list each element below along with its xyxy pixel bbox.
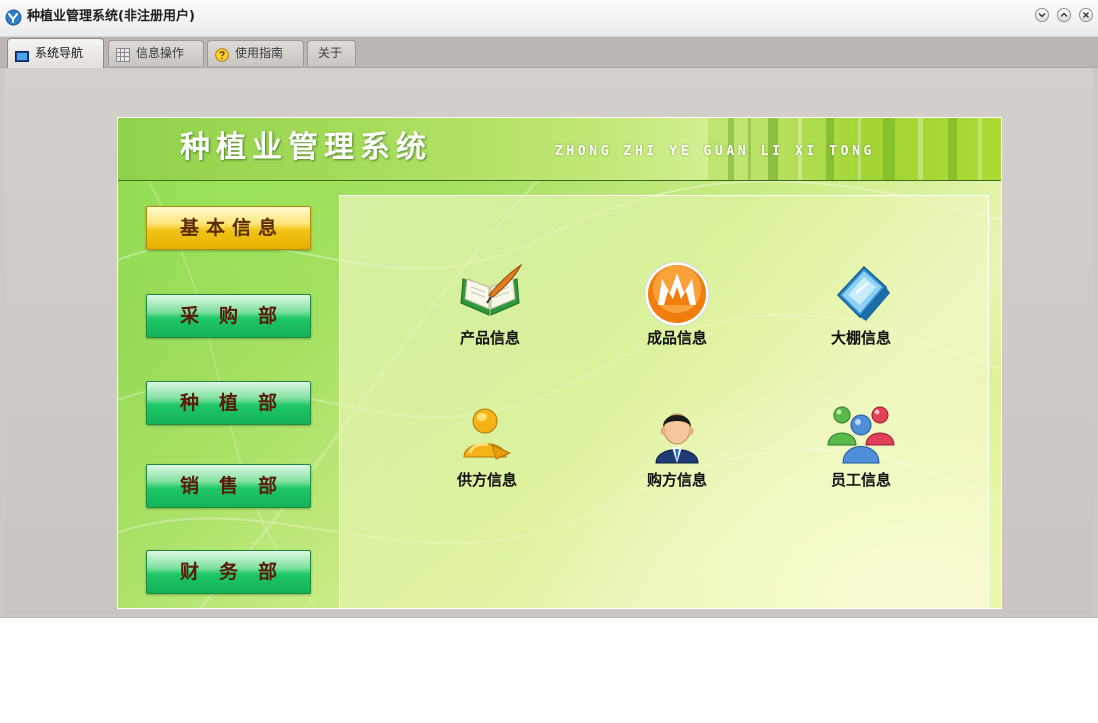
tab-label: 关于 [318, 46, 343, 60]
close-button[interactable] [1079, 8, 1093, 22]
help-icon [215, 46, 229, 62]
monitor-icon [15, 46, 29, 62]
blue-book-icon [836, 265, 890, 321]
minimize-button[interactable] [1035, 8, 1049, 22]
feature-product-info[interactable]: 产品信息 [430, 259, 550, 347]
feature-label: 购方信息 [646, 471, 707, 489]
menu-purchasing-button[interactable]: 采购部 [146, 294, 311, 338]
window-title: 种植业管理系统(非注册用户) [27, 9, 195, 24]
gold-user-icon [463, 408, 512, 460]
tab-about[interactable]: 关于 [307, 40, 356, 66]
title-bar[interactable]: 种植业管理系统(非注册用户) [0, 0, 1098, 37]
open-book-quill-icon [460, 263, 523, 316]
feature-label: 成品信息 [646, 329, 707, 347]
chevron-down-icon [1038, 13, 1046, 18]
app-window: 种植业管理系统(非注册用户) 系统导航 信息操作 使用指南 关于 种植业管理系统… [0, 0, 1098, 618]
chevron-up-icon [1060, 12, 1068, 17]
tab-user-guide[interactable]: 使用指南 [207, 40, 304, 66]
panel-header: 种植业管理系统 ZHONG ZHI YE GUAN LI XI TONG [118, 118, 1001, 181]
tab-bar: 系统导航 信息操作 使用指南 关于 [0, 37, 1098, 68]
feature-greenhouse-info[interactable]: 大棚信息 [801, 259, 921, 347]
feature-label: 大棚信息 [830, 329, 891, 347]
tab-system-navigation[interactable]: 系统导航 [7, 38, 104, 68]
feature-employee-info[interactable]: 员工信息 [801, 401, 921, 489]
header-title: 种植业管理系统 [180, 130, 432, 165]
feature-supplier-info[interactable]: 供方信息 [427, 401, 547, 489]
feature-finished-product-info[interactable]: 成品信息 [617, 259, 737, 347]
feature-buyer-info[interactable]: 购方信息 [617, 401, 737, 489]
feature-panel: 产品信息 成品信息 大棚信息 供方信息 购方信息 员工信息 [339, 195, 989, 608]
navigation-panel: 种植业管理系统 ZHONG ZHI YE GUAN LI XI TONG 基本信… [117, 117, 1002, 609]
menu-sales-button[interactable]: 销售部 [146, 464, 311, 508]
close-icon [1083, 12, 1089, 18]
user-group-icon [827, 406, 895, 464]
app-logo-icon [5, 9, 22, 26]
maximize-button[interactable] [1057, 8, 1071, 22]
menu-finance-button[interactable]: 财务部 [146, 550, 311, 594]
grid-icon [116, 46, 130, 62]
menu-planting-button[interactable]: 种植部 [146, 381, 311, 425]
tab-info-operation[interactable]: 信息操作 [108, 40, 204, 66]
orange-crown-orb-icon [644, 261, 710, 327]
feature-label: 产品信息 [459, 329, 520, 347]
tab-label: 信息操作 [136, 46, 185, 60]
header-subtitle: ZHONG ZHI YE GUAN LI XI TONG [555, 144, 875, 159]
businessman-icon [655, 413, 699, 464]
menu-basic-info-button[interactable]: 基本信息 [146, 206, 311, 250]
tab-label: 使用指南 [235, 46, 284, 60]
tab-label: 系统导航 [35, 46, 84, 60]
feature-label: 员工信息 [830, 471, 891, 489]
feature-label: 供方信息 [456, 471, 517, 489]
